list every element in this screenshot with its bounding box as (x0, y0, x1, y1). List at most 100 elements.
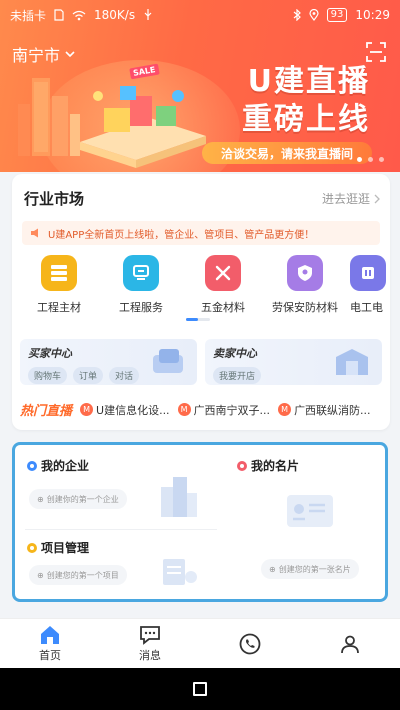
battery-level: 93 (326, 8, 348, 22)
chevron-down-icon (65, 51, 75, 58)
my-card-section[interactable]: 我的名片 (237, 457, 299, 474)
recent-apps-button[interactable] (193, 682, 207, 696)
chevron-right-icon (374, 194, 380, 203)
buildings-illustration (161, 477, 197, 517)
category-item[interactable]: 劳保安防材料 (268, 255, 342, 315)
wifi-icon (72, 10, 86, 20)
status-bar: 未插卡 180K/s 93 10:29 (0, 0, 400, 30)
project-management-section[interactable]: 项目管理 (27, 539, 89, 556)
cart-chip[interactable]: 购物车 (28, 367, 68, 384)
industry-market-card: 行业市场 进去逛逛 U建APP全新首页上线啦，管企业、管项目、管产品更方便！ 工… (12, 174, 390, 430)
live-item-title: 广西联纵消防... (294, 403, 371, 417)
business-card: 我的企业 ⊕ 创建你的第一个企业 项目管理 ⊕ 创建您的第一个项目 我的名片 ⊕… (12, 442, 388, 602)
tab-phone[interactable] (200, 619, 300, 668)
create-project-button[interactable]: ⊕ 创建您的第一个项目 (29, 565, 127, 585)
home-icon (41, 625, 59, 644)
service-icon (123, 255, 159, 291)
tab-messages[interactable]: 消息 (100, 619, 200, 668)
electrical-icon (350, 255, 386, 291)
project-title: 项目管理 (41, 541, 90, 555)
banner-slogan: 洽谈交易，请来我直播间 (202, 142, 372, 164)
plus-icon: ⊕ (37, 570, 44, 580)
market-more-label: 进去逛逛 (321, 192, 370, 206)
materials-icon (41, 255, 77, 291)
carrier-text: 未插卡 (10, 8, 47, 23)
tab-home[interactable]: 首页 (0, 619, 100, 668)
category-item[interactable]: 工程主材 (22, 255, 96, 315)
notice-bar[interactable]: U建APP全新首页上线啦，管企业、管项目、管产品更方便！ (22, 221, 380, 245)
category-label: 五金材料 (201, 301, 245, 314)
create-card-label: 创建您的第一张名片 (278, 564, 351, 574)
location-icon (309, 9, 319, 21)
profile-icon (341, 635, 359, 653)
tools-icon (205, 255, 241, 291)
category-label: 电工电 (350, 301, 383, 314)
my-enterprise-section[interactable]: 我的企业 (27, 457, 89, 474)
category-label: 工程服务 (119, 301, 163, 314)
bluetooth-icon (293, 9, 301, 21)
system-nav-bar (0, 668, 400, 710)
tab-home-label: 首页 (39, 648, 61, 662)
category-item[interactable]: 五金材料 (186, 255, 260, 315)
city-label: 南宁市 (12, 46, 61, 65)
city-selector[interactable]: 南宁市 (12, 42, 76, 66)
market-more-link[interactable]: 进去逛逛 (322, 190, 380, 207)
tab-messages-label: 消息 (139, 648, 161, 662)
live-item-title: 广西南宁双子... (193, 403, 271, 417)
clock: 10:29 (355, 8, 390, 22)
live-icon: M (278, 403, 292, 416)
orders-chip[interactable]: 订单 (73, 367, 104, 384)
network-speed: 180K/s (94, 8, 136, 22)
create-card-button[interactable]: ⊕ 创建您的第一张名片 (261, 559, 359, 579)
clipboard-illustration (163, 559, 197, 585)
card-title: 我的名片 (251, 459, 300, 473)
category-label: 劳保安防材料 (272, 301, 338, 314)
carousel-dot (379, 157, 384, 162)
category-label: 工程主材 (37, 301, 81, 314)
speaker-icon (31, 228, 38, 238)
hot-live-row: 热门直播 M U建信息化设... M 广西南宁双子... M 广西联纵消防... (20, 400, 382, 419)
live-banner[interactable]: SALE 未插卡 180K/s 93 10:29 南宁市 U建直播 重磅上线 洽… (0, 0, 400, 172)
notice-text: U建APP全新首页上线啦，管企业、管项目、管产品更方便！ (48, 229, 315, 241)
live-item-title: U建信息化设... (96, 403, 170, 417)
enterprise-title: 我的企业 (41, 459, 90, 473)
card-icon (237, 460, 247, 471)
live-icon: M (80, 403, 94, 416)
live-icon: M (177, 403, 191, 416)
business-card-illustration (287, 495, 333, 527)
open-store-chip[interactable]: 我要开店 (213, 367, 262, 384)
bottom-tab-bar: 首页 消息 (0, 618, 400, 668)
carousel-dot (357, 157, 362, 162)
phone-icon (239, 633, 261, 654)
carousel-dots (357, 157, 384, 162)
buyer-center[interactable]: 买家中心 购物车 订单 对话 (20, 339, 197, 385)
live-item[interactable]: M 广西南宁双子... (177, 402, 271, 418)
safety-icon (287, 255, 323, 291)
chat-chip[interactable]: 对话 (109, 367, 140, 384)
live-item[interactable]: M 广西联纵消防... (278, 402, 371, 418)
enterprise-icon (27, 460, 37, 471)
category-scroll-indicator (186, 318, 210, 321)
sim-icon (54, 9, 64, 21)
banner-illustration (18, 78, 206, 168)
store-icon (336, 349, 368, 375)
message-icon (140, 625, 160, 645)
project-icon (27, 542, 37, 553)
tab-profile[interactable] (300, 619, 400, 668)
create-enterprise-button[interactable]: ⊕ 创建你的第一个企业 (29, 489, 127, 509)
category-item[interactable]: 电工电 (350, 255, 390, 315)
banner-title-line2: 重磅上线 (242, 102, 370, 137)
live-item[interactable]: M U建信息化设... (80, 402, 170, 418)
seller-center[interactable]: 卖家中心 我要开店 (205, 339, 382, 385)
category-list: 工程主材 工程服务 五金材料 劳保安防材料 电工电 (12, 255, 390, 315)
category-item[interactable]: 工程服务 (104, 255, 178, 315)
hot-live-tag: 热门直播 (20, 404, 73, 419)
usb-icon (144, 9, 152, 20)
carousel-dot (368, 157, 373, 162)
center-row: 买家中心 购物车 订单 对话 卖家中心 我要开店 (20, 339, 382, 385)
create-project-label: 创建您的第一个项目 (46, 570, 119, 580)
plus-icon: ⊕ (37, 494, 44, 504)
sofa-icon (153, 349, 183, 373)
section-divider (25, 529, 217, 530)
plus-icon: ⊕ (269, 564, 276, 574)
